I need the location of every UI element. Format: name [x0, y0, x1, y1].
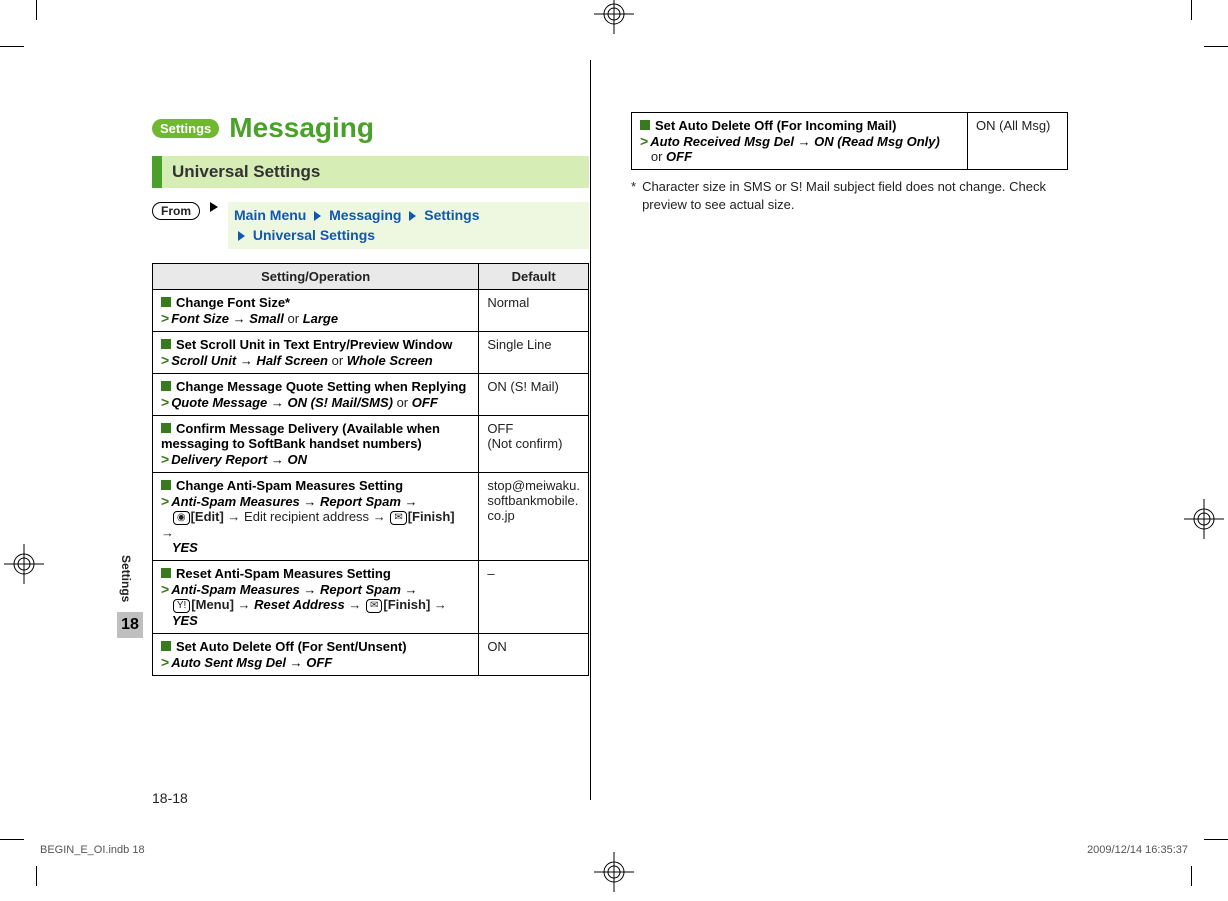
content-area: Settings Messaging Universal Settings Fr…: [152, 112, 1068, 776]
table-header-operation: Setting/Operation: [153, 264, 479, 290]
settings-table-left: Setting/Operation Default Change Font Si…: [152, 263, 589, 676]
square-bullet-icon: [161, 568, 171, 578]
print-timestamp: 2009/12/14 16:35:37: [1087, 844, 1188, 856]
table-row: Change Anti-Spam Measures Setting>Anti-S…: [153, 473, 589, 561]
sidebar-tab: Settings 18: [117, 545, 143, 638]
crop-mark: [0, 46, 24, 47]
registration-mark: [0, 540, 48, 588]
from-badge: From: [152, 202, 200, 220]
breadcrumb-item: Messaging: [329, 207, 401, 223]
operation-cell: Set Auto Delete Off (For Incoming Mail)>…: [632, 113, 968, 170]
page-heading: Settings Messaging: [152, 112, 589, 144]
settings-pill: Settings: [152, 119, 219, 138]
section-title: Universal Settings: [152, 156, 589, 188]
table-row: Reset Anti-Spam Measures Setting>Anti-Sp…: [153, 561, 589, 634]
operation-cell: Set Auto Delete Off (For Sent/Unsent)>Au…: [153, 634, 479, 676]
square-bullet-icon: [161, 641, 171, 651]
square-bullet-icon: [161, 423, 171, 433]
registration-mark: [590, 0, 638, 38]
default-cell: OFF(Not confirm): [479, 416, 589, 473]
operation-title: Set Scroll Unit in Text Entry/Preview Wi…: [176, 337, 452, 352]
right-column: Set Auto Delete Off (For Incoming Mail)>…: [631, 112, 1068, 776]
operation-title: Change Message Quote Setting when Replyi…: [176, 379, 466, 394]
operation-cell: Change Message Quote Setting when Replyi…: [153, 374, 479, 416]
breadcrumb: Main Menu Messaging Settings Universal S…: [228, 202, 589, 249]
breadcrumb-item: Main Menu: [234, 207, 306, 223]
table-header-default: Default: [479, 264, 589, 290]
footnote: * Character size in SMS or S! Mail subje…: [631, 178, 1068, 213]
page-number: 18-18: [152, 790, 188, 806]
breadcrumb-item: Universal Settings: [253, 227, 375, 243]
print-footer: BEGIN_E_OI.indb 18 2009/12/14 16:35:37: [40, 844, 1188, 856]
asterisk-icon: *: [631, 178, 636, 213]
sidebar-chapter-number: 18: [117, 612, 143, 638]
sidebar-label: Settings: [117, 545, 135, 612]
chevron-right-icon: [238, 231, 245, 241]
operation-title: Set Auto Delete Off (For Incoming Mail): [655, 118, 896, 133]
table-row: Change Message Quote Setting when Replyi…: [153, 374, 589, 416]
default-cell: ON: [479, 634, 589, 676]
operation-title: Reset Anti-Spam Measures Setting: [176, 566, 391, 581]
square-bullet-icon: [161, 339, 171, 349]
arrow-right-icon: [210, 202, 218, 212]
crop-mark: [0, 839, 24, 840]
operation-cell: Reset Anti-Spam Measures Setting>Anti-Sp…: [153, 561, 479, 634]
table-row: Confirm Message Delivery (Available when…: [153, 416, 589, 473]
operation-title: Set Auto Delete Off (For Sent/Unsent): [176, 639, 407, 654]
square-bullet-icon: [161, 381, 171, 391]
operation-cell: Change Font Size*>Font Size → Small or L…: [153, 290, 479, 332]
footnote-text: Character size in SMS or S! Mail subject…: [642, 178, 1068, 213]
crop-mark: [36, 866, 37, 886]
crop-mark: [1191, 866, 1192, 886]
source-filename: BEGIN_E_OI.indb 18: [40, 844, 145, 856]
default-cell: Single Line: [479, 332, 589, 374]
table-row: Set Auto Delete Off (For Incoming Mail)>…: [632, 113, 1068, 170]
registration-mark: [1180, 495, 1228, 543]
table-row: Set Scroll Unit in Text Entry/Preview Wi…: [153, 332, 589, 374]
crop-mark: [36, 0, 37, 20]
operation-title: Change Font Size*: [176, 295, 290, 310]
default-cell: stop@meiwaku.softbankmobile.co.jp: [479, 473, 589, 561]
page-title: Messaging: [229, 112, 374, 144]
chevron-right-icon: [314, 211, 321, 221]
operation-title: Change Anti-Spam Measures Setting: [176, 478, 403, 493]
crop-mark: [1204, 46, 1228, 47]
square-bullet-icon: [640, 120, 650, 130]
table-row: Change Font Size*>Font Size → Small or L…: [153, 290, 589, 332]
chevron-right-icon: [409, 211, 416, 221]
square-bullet-icon: [161, 297, 171, 307]
table-row: Set Auto Delete Off (For Sent/Unsent)>Au…: [153, 634, 589, 676]
default-cell: ON (All Msg): [968, 113, 1068, 170]
operation-cell: Change Anti-Spam Measures Setting>Anti-S…: [153, 473, 479, 561]
default-cell: Normal: [479, 290, 589, 332]
breadcrumb-item: Settings: [424, 207, 479, 223]
square-bullet-icon: [161, 480, 171, 490]
crop-mark: [1191, 0, 1192, 20]
default-cell: –: [479, 561, 589, 634]
breadcrumb-row: From Main Menu Messaging Settings Univer…: [152, 202, 589, 249]
crop-mark: [1204, 839, 1228, 840]
left-column: Settings Messaging Universal Settings Fr…: [152, 112, 589, 776]
operation-cell: Set Scroll Unit in Text Entry/Preview Wi…: [153, 332, 479, 374]
operation-title: Confirm Message Delivery (Available when…: [161, 421, 440, 451]
operation-cell: Confirm Message Delivery (Available when…: [153, 416, 479, 473]
default-cell: ON (S! Mail): [479, 374, 589, 416]
page: Settings Messaging Universal Settings Fr…: [0, 0, 1228, 886]
settings-table-right: Set Auto Delete Off (For Incoming Mail)>…: [631, 112, 1068, 170]
